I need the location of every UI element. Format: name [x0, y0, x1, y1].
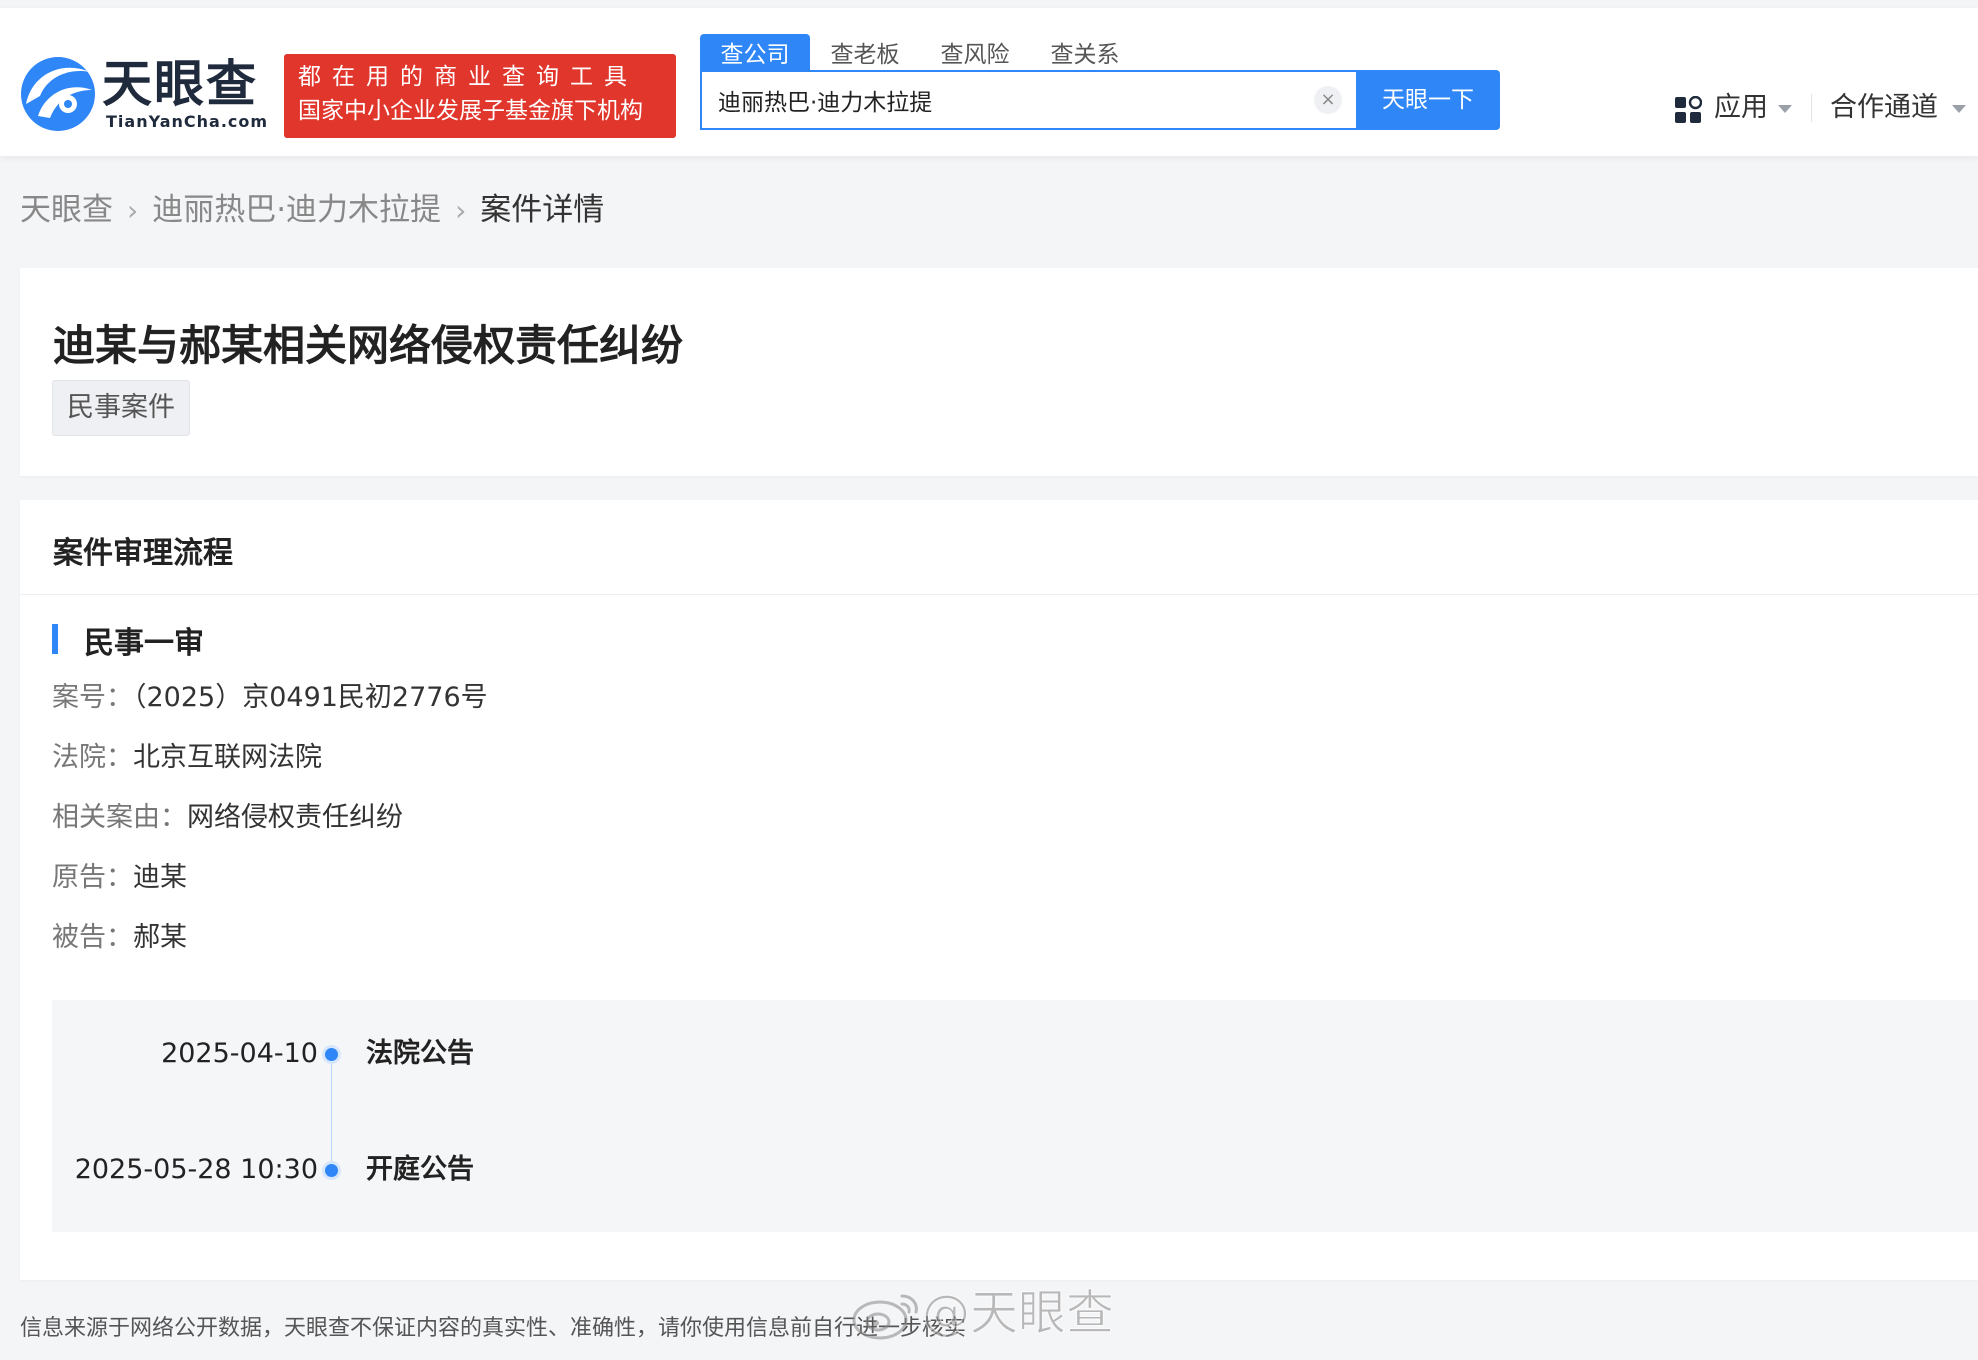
plaintiff-label: 原告： [52, 862, 133, 893]
slogan-line-2: 国家中小企业发展子基金旗下机构 [298, 98, 643, 124]
cause-value: 网络侵权责任纠纷 [187, 802, 403, 833]
timeline-event[interactable]: 开庭公告 [366, 1150, 474, 1190]
chevron-right-icon: › [127, 194, 139, 227]
breadcrumb-person[interactable]: 迪丽热巴·迪力木拉提 [152, 192, 441, 228]
timeline-dot [325, 1048, 338, 1061]
logo-domain: TianYanCha.com [106, 112, 269, 131]
watermark: @天眼查 [850, 1282, 1140, 1344]
weibo-icon [852, 1294, 918, 1340]
plaintiff-value[interactable]: 迪某 [133, 862, 187, 893]
case-title: 迪某与郝某相关网络侵权责任纠纷 [53, 321, 684, 370]
chevron-right-icon: › [455, 194, 467, 227]
slogan-line-1: 都在用的商业查询工具 [298, 64, 638, 90]
info-row-case-number: 案号：（2025）京0491民初2776号 [52, 678, 488, 718]
timeline-event[interactable]: 法院公告 [366, 1034, 474, 1074]
top-header: 天眼查 TianYanCha.com 都在用的商业查询工具 国家中小企业发展子基… [0, 8, 1978, 156]
court-value: 北京互联网法院 [133, 742, 322, 773]
breadcrumb-home[interactable]: 天眼查 [20, 192, 113, 228]
search-input[interactable] [718, 80, 1278, 120]
tianyancha-eye-icon [21, 57, 95, 131]
case-header-card: 迪某与郝某相关网络侵权责任纠纷 民事案件 [20, 268, 1978, 476]
breadcrumb-current: 案件详情 [480, 192, 605, 228]
timeline-date: 2025-05-28 10:30 [74, 1154, 318, 1185]
disclaimer: 信息来源于网络公开数据，天眼查不保证内容的真实性、准确性，请你使用信息前自行进一… [20, 1316, 967, 1341]
section-divider [20, 594, 1978, 595]
case-number-value: （2025）京0491民初2776号 [133, 682, 488, 713]
search-button[interactable]: 天眼一下 [1356, 70, 1500, 130]
nav-divider [1811, 94, 1812, 122]
slogan-banner: 都在用的商业查询工具 国家中小企业发展子基金旗下机构 [284, 54, 676, 138]
cause-label: 相关案由： [52, 802, 187, 833]
info-row-defendant: 被告：郝某 [52, 918, 187, 958]
partner-label: 合作通道 [1830, 92, 1938, 123]
stage-title: 民事一审 [84, 626, 204, 661]
defendant-value[interactable]: 郝某 [133, 922, 187, 953]
timeline-date: 2025-04-10 [161, 1038, 318, 1069]
defendant-label: 被告： [52, 922, 133, 953]
watermark-text: @天眼查 [921, 1285, 1115, 1342]
logo-name: 天眼查 [102, 55, 258, 113]
section-title: 案件审理流程 [53, 536, 233, 571]
breadcrumb: 天眼查 › 迪丽热巴·迪力木拉提 › 案件详情 [20, 188, 604, 232]
case-process-card: 案件审理流程 民事一审 案号：（2025）京0491民初2776号 法院：北京互… [20, 500, 1978, 1280]
logo[interactable]: 天眼查 TianYanCha.com [18, 52, 268, 138]
timeline-connector [331, 1058, 332, 1174]
info-row-cause: 相关案由：网络侵权责任纠纷 [52, 798, 403, 838]
apps-grid-icon [1675, 96, 1702, 123]
clear-search-icon[interactable]: × [1314, 86, 1342, 114]
info-row-court: 法院：北京互联网法院 [52, 738, 322, 778]
case-timeline: 2025-04-10 法院公告 2025-05-28 10:30 开庭公告 [52, 1000, 1978, 1232]
stage-marker [52, 624, 58, 654]
apps-label: 应用 [1714, 92, 1768, 123]
info-row-plaintiff: 原告：迪某 [52, 858, 187, 898]
search-box: × [700, 70, 1360, 130]
chevron-down-icon [1778, 105, 1792, 113]
court-label: 法院： [52, 742, 133, 773]
chevron-down-icon [1952, 105, 1966, 113]
case-type-tag: 民事案件 [52, 380, 190, 436]
timeline-dot [325, 1164, 338, 1177]
case-number-label: 案号： [52, 682, 133, 713]
